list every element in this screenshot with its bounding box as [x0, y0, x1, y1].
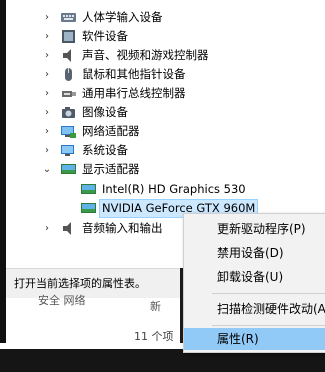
- speaker-icon: [63, 49, 71, 62]
- menu-item-properties[interactable]: 属性(R): [184, 328, 325, 350]
- collapse-chevron-icon[interactable]: ⌄: [42, 163, 52, 177]
- expand-chevron-icon[interactable]: ›: [42, 11, 52, 25]
- menu-separator: [212, 325, 325, 326]
- system-device-icon: [61, 145, 74, 156]
- usb-icon: [62, 91, 76, 97]
- expand-chevron-icon[interactable]: ›: [42, 87, 52, 101]
- expand-chevron-icon[interactable]: ›: [42, 30, 52, 44]
- expand-chevron-icon[interactable]: ›: [42, 222, 52, 236]
- audio-io-icon: [63, 222, 71, 235]
- tree-node-label: 系统设备: [82, 143, 128, 157]
- tree-node-label: 网络适配器: [82, 124, 140, 138]
- tree-node-display-adapters[interactable]: ⌄ 显示适配器: [0, 160, 325, 179]
- tree-node-imaging[interactable]: › 图像设备: [0, 103, 325, 122]
- tree-node-usb[interactable]: › 通用串行总线控制器: [0, 84, 325, 103]
- item-count-label: 11 个项: [134, 330, 174, 343]
- tree-node-label: 显示适配器: [82, 162, 140, 176]
- status-text: 打开当前选择项的属性表。: [14, 277, 146, 290]
- tree-node-label: 人体学输入设备: [82, 10, 163, 24]
- display-adapter-icon: [81, 184, 96, 194]
- hid-icon: [61, 13, 76, 22]
- display-adapter-icon: [61, 164, 76, 174]
- menu-item-scan-hardware[interactable]: 扫描检测硬件改动(A): [184, 298, 325, 320]
- tree-node-label: 软件设备: [82, 29, 128, 43]
- menu-separator: [212, 293, 325, 294]
- tree-node-label: 声音、视频和游戏控制器: [82, 48, 209, 62]
- expand-chevron-icon[interactable]: ›: [42, 49, 52, 63]
- menu-item-uninstall-device[interactable]: 卸载设备(U): [184, 266, 325, 288]
- menu-item-update-driver[interactable]: 更新驱动程序(P): [184, 218, 325, 240]
- status-bar: 打开当前选择项的属性表。: [0, 268, 180, 298]
- window-edge: [0, 0, 6, 343]
- tree-node-network[interactable]: › 网络适配器: [0, 122, 325, 141]
- mouse-icon: [65, 68, 72, 81]
- display-adapter-icon: [81, 203, 96, 213]
- background-text: 安全 网络: [38, 294, 86, 307]
- tree-node-system[interactable]: › 系统设备: [0, 141, 325, 160]
- software-device-icon: [62, 30, 75, 43]
- tree-node-label: 图像设备: [82, 105, 128, 119]
- tree-node-software[interactable]: › 软件设备: [0, 27, 325, 46]
- background-window: 安全 网络 新 11 个项: [0, 294, 180, 343]
- background-text: 新: [150, 300, 161, 313]
- tree-node-hid[interactable]: › 人体学输入设备: [0, 8, 325, 27]
- tree-node-label: Intel(R) HD Graphics 530: [102, 182, 246, 196]
- expand-chevron-icon[interactable]: ›: [42, 144, 52, 158]
- tree-node-label: 音频输入和输出: [82, 221, 163, 235]
- network-adapter-icon: [61, 126, 76, 138]
- expand-chevron-icon[interactable]: ›: [42, 68, 52, 82]
- tree-node-label: 通用串行总线控制器: [82, 86, 186, 100]
- tree-node-mouse[interactable]: › 鼠标和其他指针设备: [0, 65, 325, 84]
- context-menu: 更新驱动程序(P) 禁用设备(D) 卸载设备(U) 扫描检测硬件改动(A) 属性…: [183, 213, 325, 353]
- menu-item-disable-device[interactable]: 禁用设备(D): [184, 242, 325, 264]
- tree-node-label: 鼠标和其他指针设备: [82, 67, 186, 81]
- camera-icon: [62, 107, 75, 118]
- tree-node-sound[interactable]: › 声音、视频和游戏控制器: [0, 46, 325, 65]
- expand-chevron-icon[interactable]: ›: [42, 125, 52, 139]
- tree-node-intel-hd-530[interactable]: Intel(R) HD Graphics 530: [0, 180, 325, 199]
- expand-chevron-icon[interactable]: ›: [42, 106, 52, 120]
